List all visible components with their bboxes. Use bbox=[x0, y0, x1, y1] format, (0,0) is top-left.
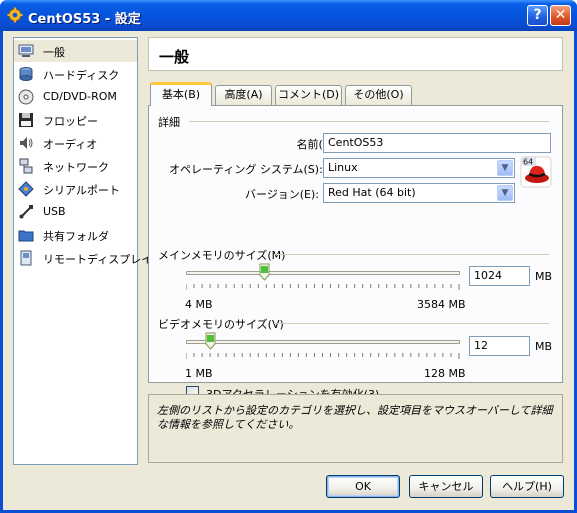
sidebar-item-remote-display[interactable]: リモートディスプレイ bbox=[14, 247, 152, 269]
dropdown-arrow-glyph: ▼ bbox=[501, 188, 509, 198]
description-text: 左側のリストから設定のカテゴリを選択し、設定項目をマウスオーバーして詳細な情報を… bbox=[157, 404, 553, 431]
remote-display-icon bbox=[20, 250, 32, 266]
chevron-down-icon[interactable]: ▼ bbox=[497, 185, 513, 201]
memory-unit: MB bbox=[535, 270, 553, 283]
description-box: 左側のリストから設定のカテゴリを選択し、設定項目をマウスオーバーして詳細な情報を… bbox=[148, 394, 563, 463]
memory-slider-thumb[interactable] bbox=[259, 263, 270, 281]
floppy-icon bbox=[19, 113, 33, 127]
version-select[interactable]: Red Hat (64 bit) ▼ bbox=[323, 183, 515, 203]
video-memory-slider-thumb[interactable] bbox=[205, 332, 216, 350]
sidebar-item-general[interactable]: 一般 bbox=[14, 40, 137, 62]
sidebar-item-label: USB bbox=[43, 205, 66, 218]
os-select-value: Linux bbox=[328, 161, 358, 174]
sidebar-item-label: 共有フォルダ bbox=[43, 230, 109, 243]
ok-button[interactable]: OK bbox=[326, 475, 400, 498]
details-group-label: 詳細 bbox=[158, 116, 180, 129]
memory-slider-ticks bbox=[186, 284, 460, 290]
memory-min-label: 4 MB bbox=[185, 298, 213, 311]
video-memory-max-label: 128 MB bbox=[424, 367, 466, 380]
sidebar-item-network[interactable]: ネットワーク bbox=[14, 155, 137, 177]
sidebar-item-label: シリアルポート bbox=[43, 184, 120, 197]
memory-label: メインメモリのサイズ(M) bbox=[158, 249, 286, 262]
sidebar-item-cd-dvd[interactable]: CD/DVD-ROM bbox=[14, 86, 137, 108]
harddisk-icon bbox=[19, 67, 33, 81]
folder-icon bbox=[18, 230, 34, 242]
video-memory-label: ビデオメモリのサイズ(V) bbox=[158, 318, 284, 331]
os-select[interactable]: Linux ▼ bbox=[323, 158, 515, 178]
settings-main-panel: 一般 基本(B) 高度(A) コメント(D) その他(O) 詳細 名前(N): … bbox=[148, 37, 563, 463]
sidebar-item-label: ネットワーク bbox=[43, 161, 109, 174]
video-memory-slider-ticks bbox=[186, 353, 460, 359]
network-icon bbox=[19, 158, 33, 174]
sidebar-item-label: ハードディスク bbox=[43, 69, 120, 82]
version-label: バージョン(E): bbox=[244, 188, 319, 201]
settings-window: CentOS53 - 設定 ? ✕ 一般 ハードディスク CD/DVD-ROM bbox=[0, 0, 577, 513]
sidebar-item-harddisk[interactable]: ハードディスク bbox=[14, 63, 137, 85]
tab-comment[interactable]: コメント(D) bbox=[275, 85, 342, 105]
serial-port-icon bbox=[18, 181, 34, 197]
tab-panel-basic: 詳細 名前(N): CentOS53 オペレーティング システム(S): Lin… bbox=[148, 105, 563, 401]
sidebar-item-serial-port[interactable]: シリアルポート bbox=[14, 178, 137, 200]
cd-icon bbox=[18, 89, 34, 105]
section-header: 一般 bbox=[148, 37, 563, 71]
close-icon: ✕ bbox=[554, 7, 567, 23]
tab-basic[interactable]: 基本(B) bbox=[150, 82, 212, 106]
usb-icon bbox=[19, 205, 33, 219]
help-button[interactable]: ヘルプ(H) bbox=[490, 475, 564, 498]
os-label: オペレーティング システム(S): bbox=[169, 163, 323, 176]
dropdown-arrow-glyph: ▼ bbox=[501, 163, 509, 173]
memory-max-label: 3584 MB bbox=[417, 298, 466, 311]
redhat-os-icon: 64 bbox=[520, 156, 552, 188]
group-divider bbox=[274, 323, 549, 324]
video-memory-slider-track[interactable] bbox=[186, 340, 460, 344]
sidebar-item-floppy[interactable]: フロッピー bbox=[14, 109, 137, 131]
settings-category-list[interactable]: 一般 ハードディスク CD/DVD-ROM フロッピー オーディオ ネットワーク bbox=[13, 37, 152, 465]
title-bar[interactable]: CentOS53 - 設定 ? ✕ bbox=[0, 0, 577, 31]
sidebar-item-shared-folders[interactable]: 共有フォルダ bbox=[14, 224, 137, 246]
version-select-value: Red Hat (64 bit) bbox=[328, 186, 416, 199]
video-memory-size-input[interactable]: 12 bbox=[469, 336, 530, 356]
memory-size-input[interactable]: 1024 bbox=[469, 266, 530, 286]
audio-icon bbox=[20, 137, 33, 149]
sidebar-item-label: CD/DVD-ROM bbox=[43, 90, 117, 103]
cancel-button[interactable]: キャンセル bbox=[409, 475, 483, 498]
group-divider bbox=[274, 254, 549, 255]
page-title: 一般 bbox=[159, 48, 190, 66]
name-label: 名前(N): bbox=[296, 138, 339, 151]
memory-slider-track[interactable] bbox=[186, 271, 460, 275]
chevron-down-icon[interactable]: ▼ bbox=[497, 160, 513, 176]
sidebar-item-label: オーディオ bbox=[43, 138, 98, 151]
window-title: CentOS53 - 設定 bbox=[28, 12, 141, 27]
help-title-button[interactable]: ? bbox=[527, 5, 548, 26]
close-button[interactable]: ✕ bbox=[550, 5, 571, 26]
dialog-client-area: 一般 ハードディスク CD/DVD-ROM フロッピー オーディオ ネットワーク bbox=[3, 31, 574, 510]
sidebar-item-usb[interactable]: USB bbox=[14, 201, 137, 223]
video-memory-min-label: 1 MB bbox=[185, 367, 213, 380]
sidebar-item-label: リモートディスプレイ bbox=[43, 253, 153, 266]
name-field[interactable]: CentOS53 bbox=[323, 133, 551, 153]
sidebar-item-audio[interactable]: オーディオ bbox=[14, 132, 137, 154]
video-memory-unit: MB bbox=[535, 340, 553, 353]
help-icon: ? bbox=[533, 7, 542, 23]
sidebar-item-label: 一般 bbox=[43, 46, 65, 59]
monitor-icon bbox=[18, 44, 34, 57]
tab-other[interactable]: その他(O) bbox=[345, 85, 412, 105]
os-badge-label: 64 bbox=[523, 158, 533, 167]
tab-advanced[interactable]: 高度(A) bbox=[215, 85, 272, 105]
group-divider bbox=[189, 121, 549, 122]
sidebar-item-label: フロッピー bbox=[43, 115, 98, 128]
gear-icon bbox=[7, 7, 23, 23]
